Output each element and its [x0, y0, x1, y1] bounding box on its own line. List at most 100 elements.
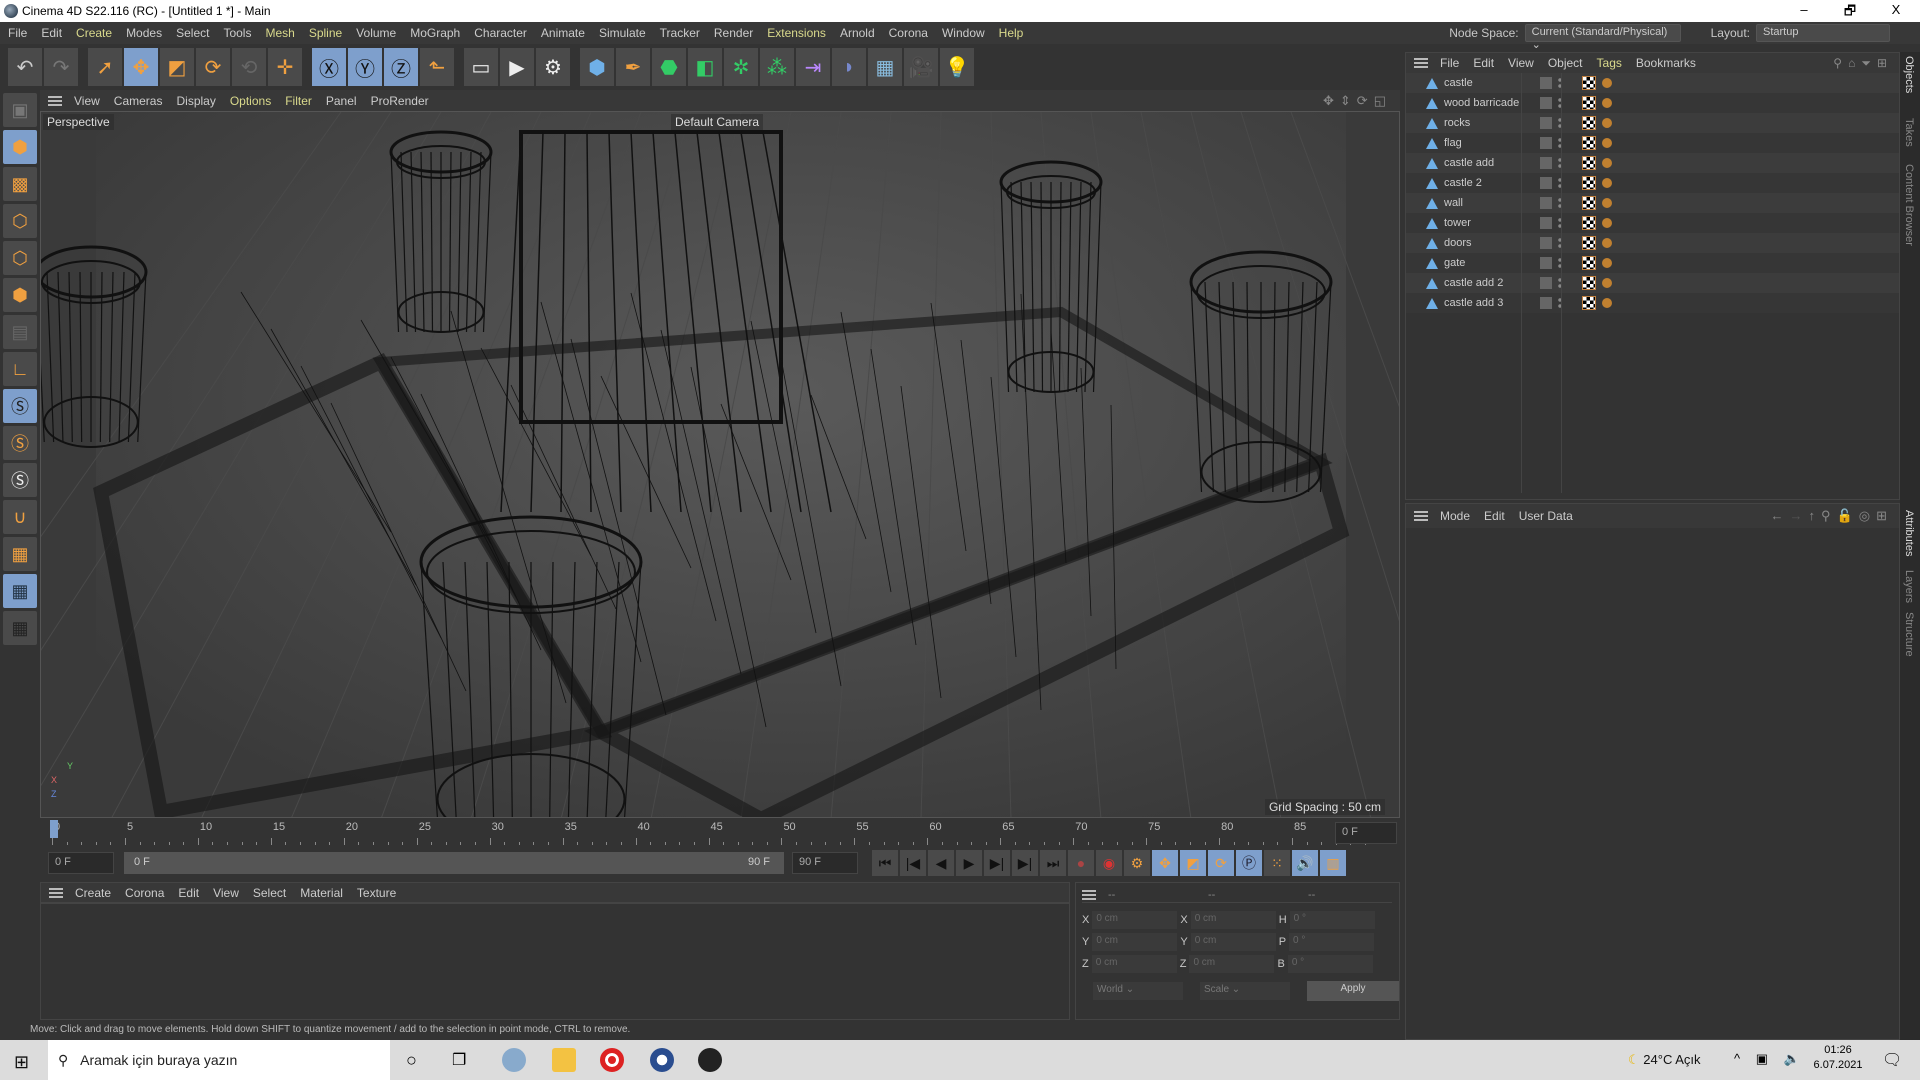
- object-row[interactable]: doors: [1406, 233, 1899, 253]
- apply-button[interactable]: Apply: [1307, 981, 1399, 1001]
- object-name[interactable]: rocks: [1444, 117, 1536, 129]
- workplane-align-button[interactable]: ▦: [3, 611, 37, 645]
- edit-toggle-icon[interactable]: [1540, 117, 1552, 129]
- edit-toggle-icon[interactable]: [1540, 197, 1552, 209]
- menu-character[interactable]: Character: [474, 26, 527, 40]
- go-to-end-button[interactable]: ⏭: [1040, 850, 1066, 876]
- menu-file[interactable]: File: [8, 26, 27, 40]
- object-row[interactable]: wood barricade: [1406, 93, 1899, 113]
- viewport-menu-view[interactable]: View: [74, 94, 100, 108]
- scale-button[interactable]: ◩: [160, 48, 194, 86]
- key-parameter-button[interactable]: Ⓟ: [1236, 850, 1262, 876]
- redo-button[interactable]: ↷: [44, 48, 78, 86]
- object-menu-file[interactable]: File: [1440, 56, 1459, 70]
- position-x-field[interactable]: 0 cm: [1092, 911, 1178, 929]
- cube-button[interactable]: ⬢: [580, 48, 614, 86]
- material-tag-icon[interactable]: [1602, 198, 1612, 208]
- material-tag-icon[interactable]: [1602, 138, 1612, 148]
- material-tag-icon[interactable]: [1602, 118, 1612, 128]
- edit-toggle-icon[interactable]: [1540, 217, 1552, 229]
- menu-select[interactable]: Select: [176, 26, 209, 40]
- coordinate-system-button[interactable]: ⬑: [420, 48, 454, 86]
- texture-tag-icon[interactable]: [1582, 276, 1596, 290]
- menu-corona[interactable]: Corona: [889, 26, 928, 40]
- minimize-button[interactable]: –: [1784, 2, 1824, 20]
- camera-button[interactable]: 🎥: [904, 48, 938, 86]
- windows-start-icon[interactable]: ⊞: [14, 1052, 29, 1073]
- texture-tag-icon[interactable]: [1582, 216, 1596, 230]
- attribute-menu-edit[interactable]: Edit: [1484, 509, 1505, 523]
- system-tray-icons[interactable]: ^ ▣ 🔈: [1734, 1051, 1806, 1067]
- new-panel-icon[interactable]: ⊞: [1877, 56, 1893, 70]
- object-name[interactable]: wall: [1444, 197, 1536, 209]
- object-menu-edit[interactable]: Edit: [1473, 56, 1494, 70]
- snap-button[interactable]: Ⓢ: [3, 389, 37, 423]
- material-menu-edit[interactable]: Edit: [178, 886, 199, 900]
- paint-app-icon[interactable]: [502, 1048, 526, 1072]
- live-selection-button[interactable]: ➚: [88, 48, 122, 86]
- keyframe-selection-button[interactable]: ⚙: [1124, 850, 1150, 876]
- material-menu-view[interactable]: View: [213, 886, 239, 900]
- texture-tag-icon[interactable]: [1582, 116, 1596, 130]
- edges-mode-button[interactable]: ⬡: [3, 241, 37, 275]
- field-button[interactable]: ◗: [832, 48, 866, 86]
- points-mode-button[interactable]: ⬡: [3, 204, 37, 238]
- texture-tag-icon[interactable]: [1582, 76, 1596, 90]
- coordinate-space-select[interactable]: World ⌄: [1093, 982, 1183, 1000]
- cinema4d-taskbar-icon[interactable]: [650, 1048, 674, 1072]
- edit-toggle-icon[interactable]: [1540, 237, 1552, 249]
- object-row[interactable]: castle 2: [1406, 173, 1899, 193]
- light-button[interactable]: 💡: [940, 48, 974, 86]
- object-row[interactable]: castle add 2: [1406, 273, 1899, 293]
- y-axis-button[interactable]: Ⓨ: [348, 48, 382, 86]
- menu-simulate[interactable]: Simulate: [599, 26, 646, 40]
- viewport-menu-icon[interactable]: [48, 95, 62, 106]
- frame-range-slider[interactable]: 0 F 90 F: [124, 852, 784, 874]
- maximize-button[interactable]: 🗗: [1830, 2, 1870, 20]
- up-arrow-icon[interactable]: ↑: [1809, 508, 1822, 523]
- material-tag-icon[interactable]: [1602, 278, 1612, 288]
- object-row[interactable]: tower: [1406, 213, 1899, 233]
- menu-tools[interactable]: Tools: [223, 26, 251, 40]
- object-name[interactable]: wood barricade: [1444, 97, 1536, 109]
- object-row[interactable]: flag: [1406, 133, 1899, 153]
- menu-spline[interactable]: Spline: [309, 26, 342, 40]
- quantize-button[interactable]: Ⓢ: [3, 463, 37, 497]
- psr-button[interactable]: ⟲: [232, 48, 266, 86]
- menu-volume[interactable]: Volume: [356, 26, 396, 40]
- tab-attributes[interactable]: Attributes: [1903, 510, 1915, 556]
- step-forward-button[interactable]: ▶|: [984, 850, 1010, 876]
- coordinates-menu-icon[interactable]: [1082, 889, 1096, 900]
- snap-settings-button[interactable]: Ⓢ: [3, 426, 37, 460]
- file-explorer-icon[interactable]: [552, 1048, 576, 1072]
- object-name[interactable]: tower: [1444, 217, 1536, 229]
- tab-layers[interactable]: Layers: [1903, 570, 1915, 603]
- menu-help[interactable]: Help: [999, 26, 1024, 40]
- clock[interactable]: 01:26 6.07.2021: [1808, 1044, 1868, 1071]
- menu-mesh[interactable]: Mesh: [265, 26, 294, 40]
- cortana-icon[interactable]: ○: [406, 1050, 417, 1071]
- material-tag-icon[interactable]: [1602, 178, 1612, 188]
- home-icon[interactable]: ⌂: [1848, 56, 1861, 70]
- forward-arrow-icon[interactable]: →: [1790, 508, 1809, 523]
- model-mode-button[interactable]: ⬢: [3, 130, 37, 164]
- object-name[interactable]: flag: [1444, 137, 1536, 149]
- playhead[interactable]: [50, 820, 58, 838]
- material-menu-corona[interactable]: Corona: [125, 886, 164, 900]
- texture-tag-icon[interactable]: [1582, 156, 1596, 170]
- object-menu-view[interactable]: View: [1508, 56, 1534, 70]
- key-rotation-button[interactable]: ⟳: [1208, 850, 1234, 876]
- weather-widget[interactable]: ☾ 24°C Açık: [1628, 1052, 1701, 1068]
- menu-arnold[interactable]: Arnold: [840, 26, 875, 40]
- record-button[interactable]: ●: [1068, 850, 1094, 876]
- edit-toggle-icon[interactable]: [1540, 297, 1552, 309]
- new-panel-icon[interactable]: ⊞: [1876, 508, 1893, 523]
- object-name[interactable]: castle add: [1444, 157, 1536, 169]
- timeline-window-button[interactable]: ▥: [1320, 850, 1346, 876]
- menu-create[interactable]: Create: [76, 26, 112, 40]
- material-tag-icon[interactable]: [1602, 98, 1612, 108]
- edit-toggle-icon[interactable]: [1540, 257, 1552, 269]
- start-frame-field[interactable]: 0 F: [48, 852, 114, 874]
- rotate-button[interactable]: ⟳: [196, 48, 230, 86]
- lock-icon[interactable]: 🔓: [1837, 508, 1859, 523]
